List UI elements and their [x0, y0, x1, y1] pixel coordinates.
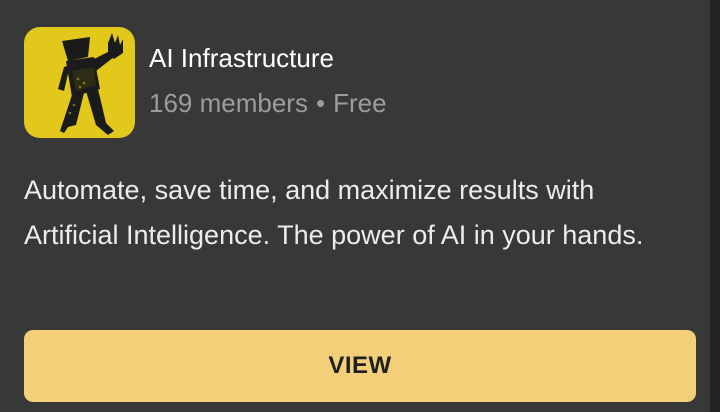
member-count: 169 members — [149, 88, 308, 118]
view-button[interactable]: VIEW — [24, 330, 696, 402]
separator-dot: • — [315, 88, 326, 118]
group-title[interactable]: AI Infrastructure — [149, 42, 334, 74]
group-logo-icon[interactable] — [24, 27, 135, 138]
group-meta: 169 members • Free — [149, 87, 387, 119]
price-label: Free — [333, 88, 387, 118]
group-description: Automate, save time, and maximize result… — [24, 175, 644, 250]
screen-edge — [710, 0, 720, 412]
group-card: AI Infrastructure 169 members • Free Autom… — [0, 0, 710, 412]
